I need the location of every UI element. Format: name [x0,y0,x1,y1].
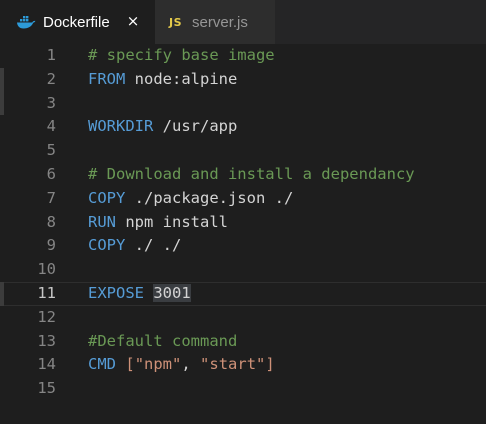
code-line[interactable]: 3 [0,92,486,116]
tab-label: server.js [192,13,248,31]
line-number: 14 [37,355,56,374]
code-line[interactable]: 2 FROM node:alpine [0,68,486,92]
code-line[interactable]: 5 [0,139,486,163]
line-number: 2 [46,69,56,88]
gutter-change-marker [0,282,4,306]
code-editor: Dockerfile × JS server.js 1 # specify bas… [0,0,486,424]
keyword-token: WORKDIR [88,117,154,136]
code-line[interactable]: 9 COPY ./ ./ [0,234,486,258]
code-line[interactable]: 11 EXPOSE 3001 [0,282,486,306]
string-token: [ [125,355,135,374]
text-token: ./package.json ./ [125,188,294,207]
line-text: EXPOSE 3001 [88,282,191,306]
text-token: , [181,355,201,374]
line-text: #Default command [88,330,237,354]
code-line[interactable]: 7 COPY ./package.json ./ [0,187,486,211]
gutter-change-marker [0,67,4,116]
text-token: node:alpine [125,69,238,88]
line-number: 11 [37,283,56,302]
docker-icon [16,14,36,30]
code-line[interactable]: 14 CMD ["npm", "start"] [0,353,486,377]
line-number: 3 [46,93,56,112]
line-number: 15 [37,379,56,398]
keyword-token: RUN [88,212,116,231]
comment-token: # Download and install a dependancy [88,164,415,183]
keyword-token: EXPOSE [88,283,144,302]
line-number: 5 [46,141,56,160]
line-text: COPY ./package.json ./ [88,187,293,211]
line-number: 1 [46,46,56,64]
tab-dockerfile[interactable]: Dockerfile × [0,0,155,44]
line-text: CMD ["npm", "start"] [88,353,275,377]
line-text: FROM node:alpine [88,68,237,92]
line-text: RUN npm install [88,211,228,235]
close-icon[interactable]: × [123,11,143,31]
code-line[interactable]: 12 [0,306,486,330]
text-token: npm install [116,212,228,231]
keyword-token: CMD [88,355,116,374]
code-line[interactable]: 1 # specify base image [0,44,486,68]
keyword-token: COPY [88,236,126,255]
line-text: WORKDIR /usr/app [88,115,237,139]
code-line[interactable]: 4 WORKDIR /usr/app [0,115,486,139]
line-number: 6 [46,164,56,183]
line-number: 7 [46,188,56,207]
line-number: 9 [46,236,56,255]
code-line[interactable]: 8 RUN npm install [0,211,486,235]
tab-server-js[interactable]: JS server.js [155,0,275,44]
line-number: 10 [37,260,56,279]
code-line[interactable]: 10 [0,258,486,282]
string-token: ] [265,355,275,374]
comment-token: # specify base image [88,46,275,64]
code-area[interactable]: 1 # specify base image 2 FROM node:alpine 3 4… [0,44,486,424]
keyword-token: FROM [88,69,126,88]
line-number: 8 [46,212,56,231]
code-line[interactable]: 13 #Default command [0,330,486,354]
line-number: 12 [37,307,56,326]
line-text: # Download and install a dependancy [88,163,415,187]
code-line[interactable]: 15 [0,377,486,401]
tab-bar: Dockerfile × JS server.js [0,0,486,44]
text-token: ./ ./ [125,236,182,255]
line-number: 4 [46,117,56,136]
string-token: "start" [200,355,266,374]
javascript-file-icon: JS [169,15,183,29]
line-text: COPY ./ ./ [88,234,181,258]
line-text: # specify base image [88,44,275,68]
line-number: 13 [37,331,56,350]
tab-label: Dockerfile [43,13,110,31]
keyword-token: COPY [88,188,126,207]
comment-token: #Default command [88,331,238,350]
code-line[interactable]: 6 # Download and install a dependancy [0,163,486,187]
text-token: /usr/app [153,117,238,136]
text-token: 3001 [153,283,191,302]
string-token: "npm" [134,355,182,374]
